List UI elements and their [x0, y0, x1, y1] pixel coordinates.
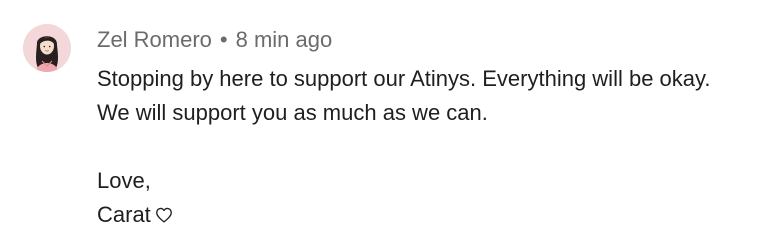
timestamp: 8 min ago	[235, 27, 333, 52]
comment: Zel Romero • 8 min ago Stopping by here to…	[0, 0, 758, 249]
comment-body: Stopping by here to support our Atinys. …	[97, 62, 747, 232]
author-name[interactable]: Zel Romero	[97, 27, 212, 52]
avatar[interactable]	[23, 24, 71, 72]
comment-signature: Carat	[97, 202, 151, 227]
avatar-illustration	[23, 24, 71, 72]
comment-header: Zel Romero • 8 min ago	[97, 27, 332, 53]
comment-paragraph: Stopping by here to support our Atinys. …	[97, 66, 711, 125]
comment-closing: Love,	[97, 168, 151, 193]
separator-dot: •	[219, 27, 228, 52]
comment-signature-line: Carat	[97, 198, 747, 232]
heart-outline-icon	[155, 199, 173, 223]
